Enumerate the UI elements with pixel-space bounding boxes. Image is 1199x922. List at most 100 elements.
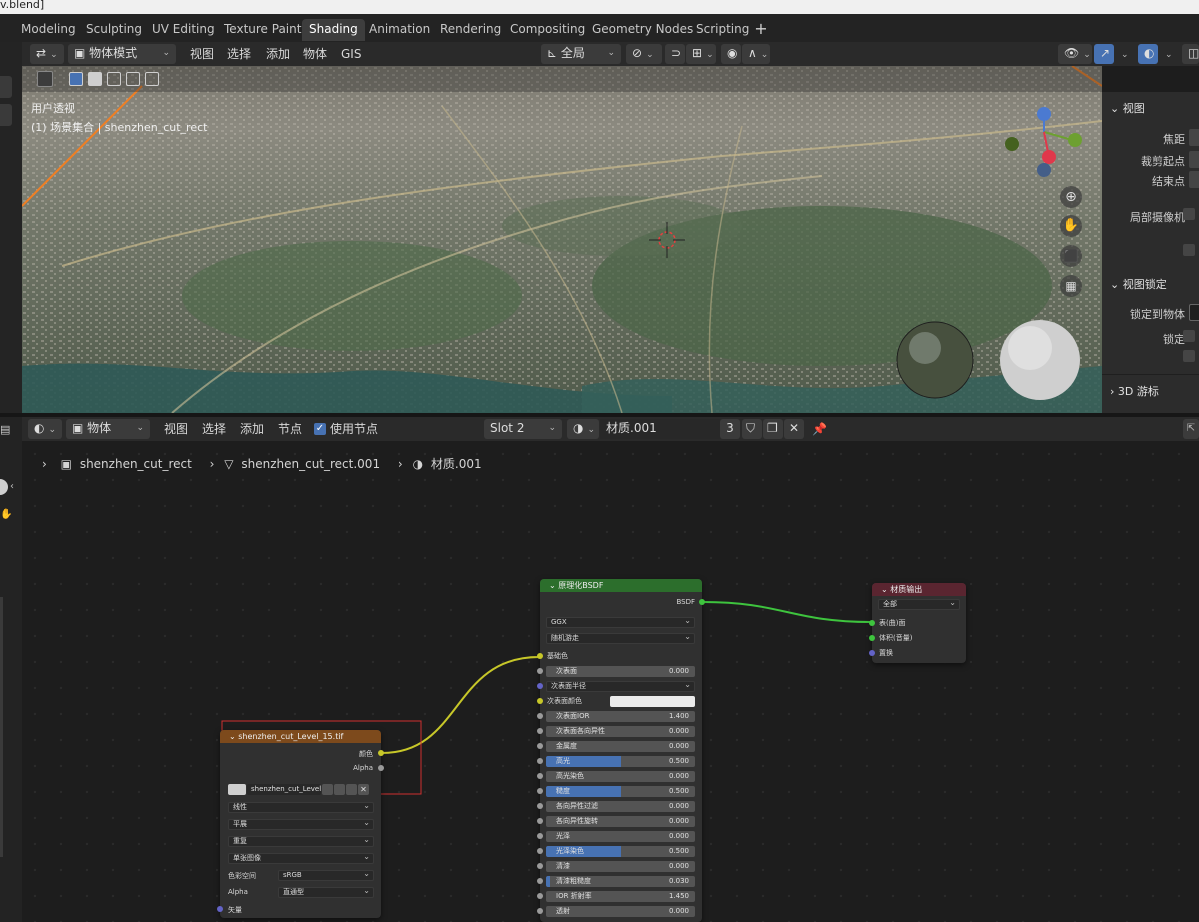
fake-user-shield-icon[interactable] [322, 784, 333, 795]
subsurface-input-socket[interactable] [537, 668, 543, 674]
3d-viewport[interactable]: 用户透视 (1) 场景集合 | shenzhen_cut_rect ⊕ ✋ ⬛ … [22, 66, 1102, 413]
principled-bsdf-node[interactable]: ⌄ 原理化BSDF BSDF GGX 随机游走 基础色 次表面0.000 次表面… [537, 579, 705, 922]
tab-modeling[interactable]: Modeling [14, 19, 83, 41]
clip-start-field[interactable] [1189, 151, 1199, 168]
colorspace-dropdown[interactable]: sRGB [278, 870, 374, 881]
sidebar-toggle-icon[interactable]: ⇱ [1183, 419, 1199, 439]
bsdf-field[interactable]: 各向异性过滤 0.000 [546, 801, 695, 812]
duplicate-material-icon[interactable]: ❐ [763, 419, 783, 439]
select-mode-intersect-icon[interactable] [145, 72, 159, 86]
bsdf-field[interactable]: 糙度 0.500 [546, 786, 695, 797]
displacement-input-socket[interactable] [869, 650, 875, 656]
bsdf-input-socket[interactable] [537, 863, 543, 869]
tab-uv-editing[interactable]: UV Editing [145, 19, 222, 41]
distribution-dropdown[interactable]: GGX [546, 617, 695, 628]
hand-tool-icon[interactable]: ✋ [0, 509, 12, 525]
subsurface-field[interactable]: 次表面 0.000 [546, 666, 695, 677]
local-camera-checkbox[interactable] [1183, 208, 1195, 220]
bsdf-output-socket[interactable] [699, 599, 705, 605]
select-tool-icon[interactable] [0, 479, 8, 495]
camera-icon[interactable]: ⬛ [1060, 245, 1082, 267]
tab-scripting[interactable]: Scripting [689, 19, 756, 41]
alpha-mode-dropdown[interactable]: 直通型 [278, 887, 374, 898]
source-dropdown[interactable]: 单张图像 [228, 853, 374, 864]
snap-toggle[interactable]: ⊃ [665, 44, 685, 64]
bsdf-input-socket[interactable] [537, 773, 543, 779]
subsurface-color-swatch[interactable] [610, 696, 695, 707]
select-mode-extend-icon[interactable] [88, 72, 102, 86]
projection-dropdown[interactable]: 平展 [228, 819, 374, 830]
volume-input-socket[interactable] [869, 635, 875, 641]
zoom-icon[interactable]: ⊕ [1060, 186, 1082, 208]
use-nodes-checkbox[interactable]: ✓ [314, 423, 326, 435]
gizmo-dropdown[interactable]: ⌄ [1115, 44, 1131, 64]
shader-type-dropdown[interactable]: ▣ 物体 ⌄ [66, 419, 150, 439]
gizmo-toggle[interactable]: ↗ [1094, 44, 1114, 64]
menu-add[interactable]: 添加 [266, 44, 290, 64]
bsdf-input-socket[interactable] [537, 803, 543, 809]
orientation-dropdown[interactable]: ⊾ 全局 ⌄ [541, 44, 621, 64]
bsdf-input-socket[interactable] [537, 743, 543, 749]
select-mode-invert-icon[interactable] [126, 72, 140, 86]
view-section-header[interactable]: ⌄ 视图 [1110, 100, 1145, 116]
pin-icon[interactable]: 📌 [812, 419, 827, 439]
bsdf-field[interactable]: 高光染色 0.000 [546, 771, 695, 782]
material-output-node-header[interactable]: ⌄ 材质输出 [872, 583, 966, 596]
menu-select[interactable]: 选择 [227, 44, 251, 64]
bsdf-field[interactable]: 清漆 0.000 [546, 861, 695, 872]
vector-input-socket[interactable] [217, 906, 223, 912]
lock-checkbox[interactable] [1183, 330, 1195, 342]
bsdf-input-socket[interactable] [537, 713, 543, 719]
browse-material-button[interactable]: ◑ ⌄ [567, 419, 599, 439]
extension-dropdown[interactable]: 重复 [228, 836, 374, 847]
material-output-node[interactable]: ⌄ 材质输出 全部 表(曲)面 体积(音量) 置换 [869, 583, 966, 663]
pivot-dropdown[interactable]: ⊘ ⌄ [626, 44, 662, 64]
subsurface-radius-input-socket[interactable] [537, 683, 543, 689]
select-mode-new-icon[interactable] [69, 72, 83, 86]
tool-button[interactable] [0, 76, 12, 98]
falloff-dropdown[interactable]: ∧ ⌄ [742, 44, 770, 64]
open-folder-icon[interactable] [346, 784, 357, 795]
bsdf-field[interactable]: 光泽 0.000 [546, 831, 695, 842]
bsdf-input-socket[interactable] [537, 908, 543, 914]
proportional-edit-toggle[interactable]: ◉ [721, 44, 741, 64]
bsdf-field[interactable]: 清漆粗糙度 0.030 [546, 876, 695, 887]
tab-shading[interactable]: Shading [302, 19, 365, 41]
visibility-dropdown[interactable]: 👁 ⌄ [1058, 44, 1092, 64]
bsdf-input-socket[interactable] [537, 878, 543, 884]
menu-view[interactable]: 视图 [164, 419, 188, 439]
tab-rendering[interactable]: Rendering [433, 19, 508, 41]
pan-hand-icon[interactable]: ✋ [1060, 215, 1082, 237]
menu-object[interactable]: 物体 [303, 44, 327, 64]
image-texture-node[interactable]: ⌄ shenzhen_cut_Level_15.tif 颜色 Alpha she… [217, 730, 384, 918]
perspective-grid-icon[interactable]: ▦ [1060, 275, 1082, 297]
tab-sculpting[interactable]: Sculpting [79, 19, 149, 41]
bsdf-field[interactable]: 透射 0.000 [546, 906, 695, 917]
image-texture-node-header[interactable]: ⌄ shenzhen_cut_Level_15.tif [220, 730, 381, 743]
snap-target-dropdown[interactable]: ⊞ ⌄ [686, 44, 716, 64]
bsdf-field[interactable]: 金属度 0.000 [546, 741, 695, 752]
image-name-field[interactable]: shenzhen_cut_Level... [247, 784, 321, 795]
bsdf-field[interactable]: 各向异性旋转 0.000 [546, 816, 695, 827]
mode-dropdown[interactable]: ▣ 物体模式 ⌄ [68, 44, 176, 64]
menu-node[interactable]: 节点 [278, 419, 302, 439]
editor-type-button[interactable]: ◐ ⌄ [28, 419, 62, 439]
bsdf-field[interactable]: 次表面IOR 1.400 [546, 711, 695, 722]
lock-camera-checkbox[interactable] [1183, 350, 1195, 362]
tab-texture-paint[interactable]: Texture Paint [217, 19, 308, 41]
bsdf-input-socket[interactable] [537, 833, 543, 839]
select-tool-icon[interactable] [37, 71, 53, 87]
tab-animation[interactable]: Animation [362, 19, 437, 41]
collapse-toolbar-icon[interactable]: ‹ [10, 481, 14, 492]
clip-end-field[interactable] [1189, 171, 1199, 188]
fake-user-shield-icon[interactable]: ⛉ [742, 419, 762, 439]
bsdf-input-socket[interactable] [537, 893, 543, 899]
interpolation-dropdown[interactable]: 线性 [228, 802, 374, 813]
bsdf-input-socket[interactable] [537, 728, 543, 734]
3d-cursor-section-header[interactable]: › 3D 游标 [1110, 383, 1159, 399]
image-browse-icon[interactable] [228, 784, 246, 795]
subsurface-color-input-socket[interactable] [537, 698, 543, 704]
render-region-checkbox[interactable] [1183, 244, 1195, 256]
menu-view[interactable]: 视图 [190, 44, 214, 64]
render-target-dropdown[interactable]: 全部 [878, 599, 960, 610]
